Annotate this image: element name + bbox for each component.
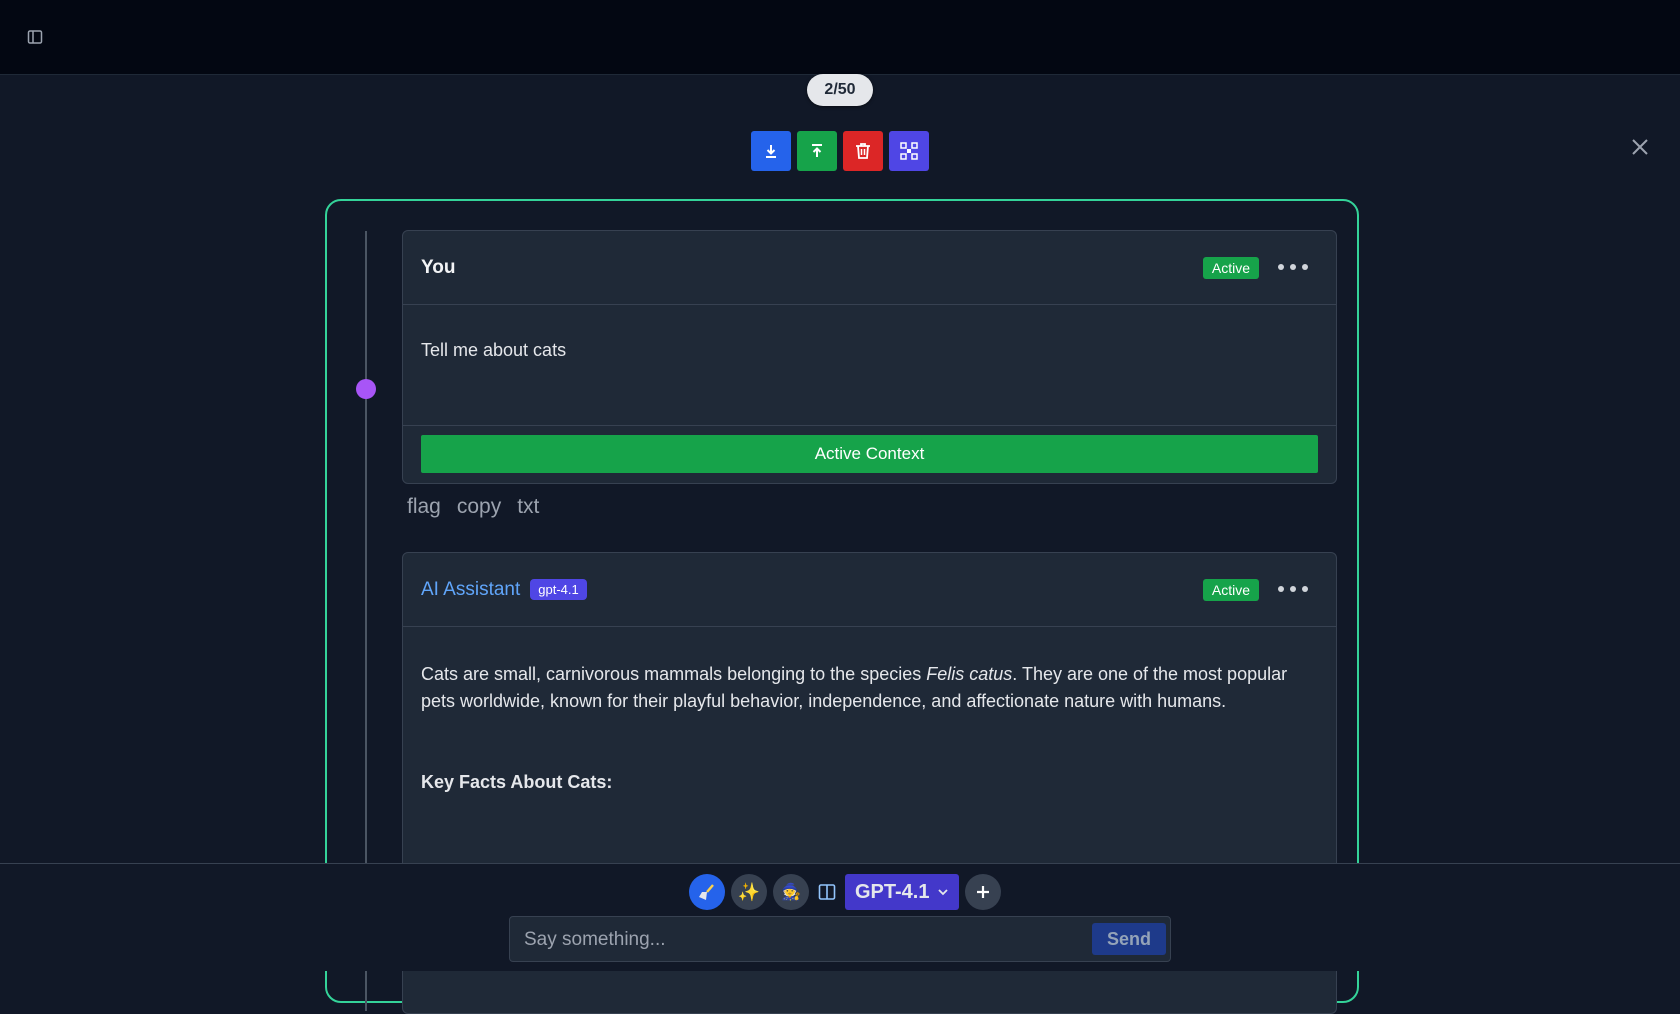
add-button[interactable]: [965, 874, 1002, 910]
flag-action[interactable]: flag: [407, 495, 441, 519]
message-input-wrapper: Send: [509, 916, 1171, 963]
broom-icon: [699, 884, 714, 900]
message-header: AI Assistant gpt-4.1 Active: [403, 553, 1336, 627]
status-badge: Active: [1202, 579, 1259, 601]
top-bar: [0, 0, 1680, 75]
copy-action[interactable]: copy: [457, 495, 501, 519]
message-author: AI Assistant: [421, 578, 521, 600]
ellipsis-icon: [1278, 586, 1284, 592]
tree-view-button[interactable]: [889, 131, 929, 171]
model-select[interactable]: GPT-4.1: [845, 874, 960, 910]
txt-action[interactable]: txt: [517, 495, 539, 519]
enhance-button[interactable]: ✨: [731, 874, 767, 910]
trash-icon: [856, 143, 870, 159]
active-context-button[interactable]: Active Context: [421, 435, 1318, 473]
clear-button[interactable]: [689, 874, 725, 910]
message-paragraph: Cats are small, carnivorous mammals belo…: [421, 664, 1288, 711]
split-view-button[interactable]: [815, 880, 839, 904]
upload-icon: [812, 144, 822, 157]
model-tag: gpt-4.1: [530, 579, 587, 600]
message-counter: 2/50: [807, 74, 873, 106]
section-heading: Key Facts About Cats:: [421, 772, 613, 792]
user-message-card: You Active Tell me about cats Active Con…: [402, 230, 1337, 484]
composer-bar: ✨ 🧙 GPT-4.1 Send: [0, 863, 1680, 971]
status-badge: Active: [1202, 257, 1259, 279]
message-author: You: [421, 256, 456, 278]
split-view-icon: [818, 884, 836, 900]
close-icon: [1632, 139, 1648, 155]
chevron-down-icon: [938, 889, 949, 896]
upload-button[interactable]: [797, 131, 837, 171]
ellipsis-icon: [1278, 264, 1284, 270]
sparkles-icon: ✨: [737, 881, 761, 902]
plus-icon: [977, 886, 990, 898]
context-bar: Active Context: [403, 425, 1336, 482]
message-body: Cats are small, carnivorous mammals belo…: [403, 627, 1336, 796]
more-options-button[interactable]: [1278, 255, 1308, 279]
close-button[interactable]: [1627, 134, 1653, 160]
network-icon: [900, 142, 918, 160]
message-header: You Active: [403, 231, 1336, 305]
message-input[interactable]: [522, 917, 1086, 963]
download-icon: [766, 145, 776, 158]
more-options-button[interactable]: [1278, 577, 1308, 601]
download-button[interactable]: [751, 131, 791, 171]
composer-tools: ✨ 🧙 GPT-4.1: [689, 874, 1002, 910]
send-button[interactable]: Send: [1092, 923, 1166, 955]
timeline-node[interactable]: [356, 379, 376, 399]
model-select-label: GPT-4.1: [855, 880, 930, 903]
delete-button[interactable]: [843, 131, 883, 171]
message-body: Tell me about cats: [421, 340, 567, 360]
wizard-icon: 🧙: [781, 884, 801, 901]
sidebar-toggle-icon[interactable]: [24, 26, 46, 48]
persona-button[interactable]: 🧙: [773, 874, 809, 910]
message-toolbar: [751, 131, 929, 171]
message-actions: flag copy txt: [407, 495, 539, 519]
